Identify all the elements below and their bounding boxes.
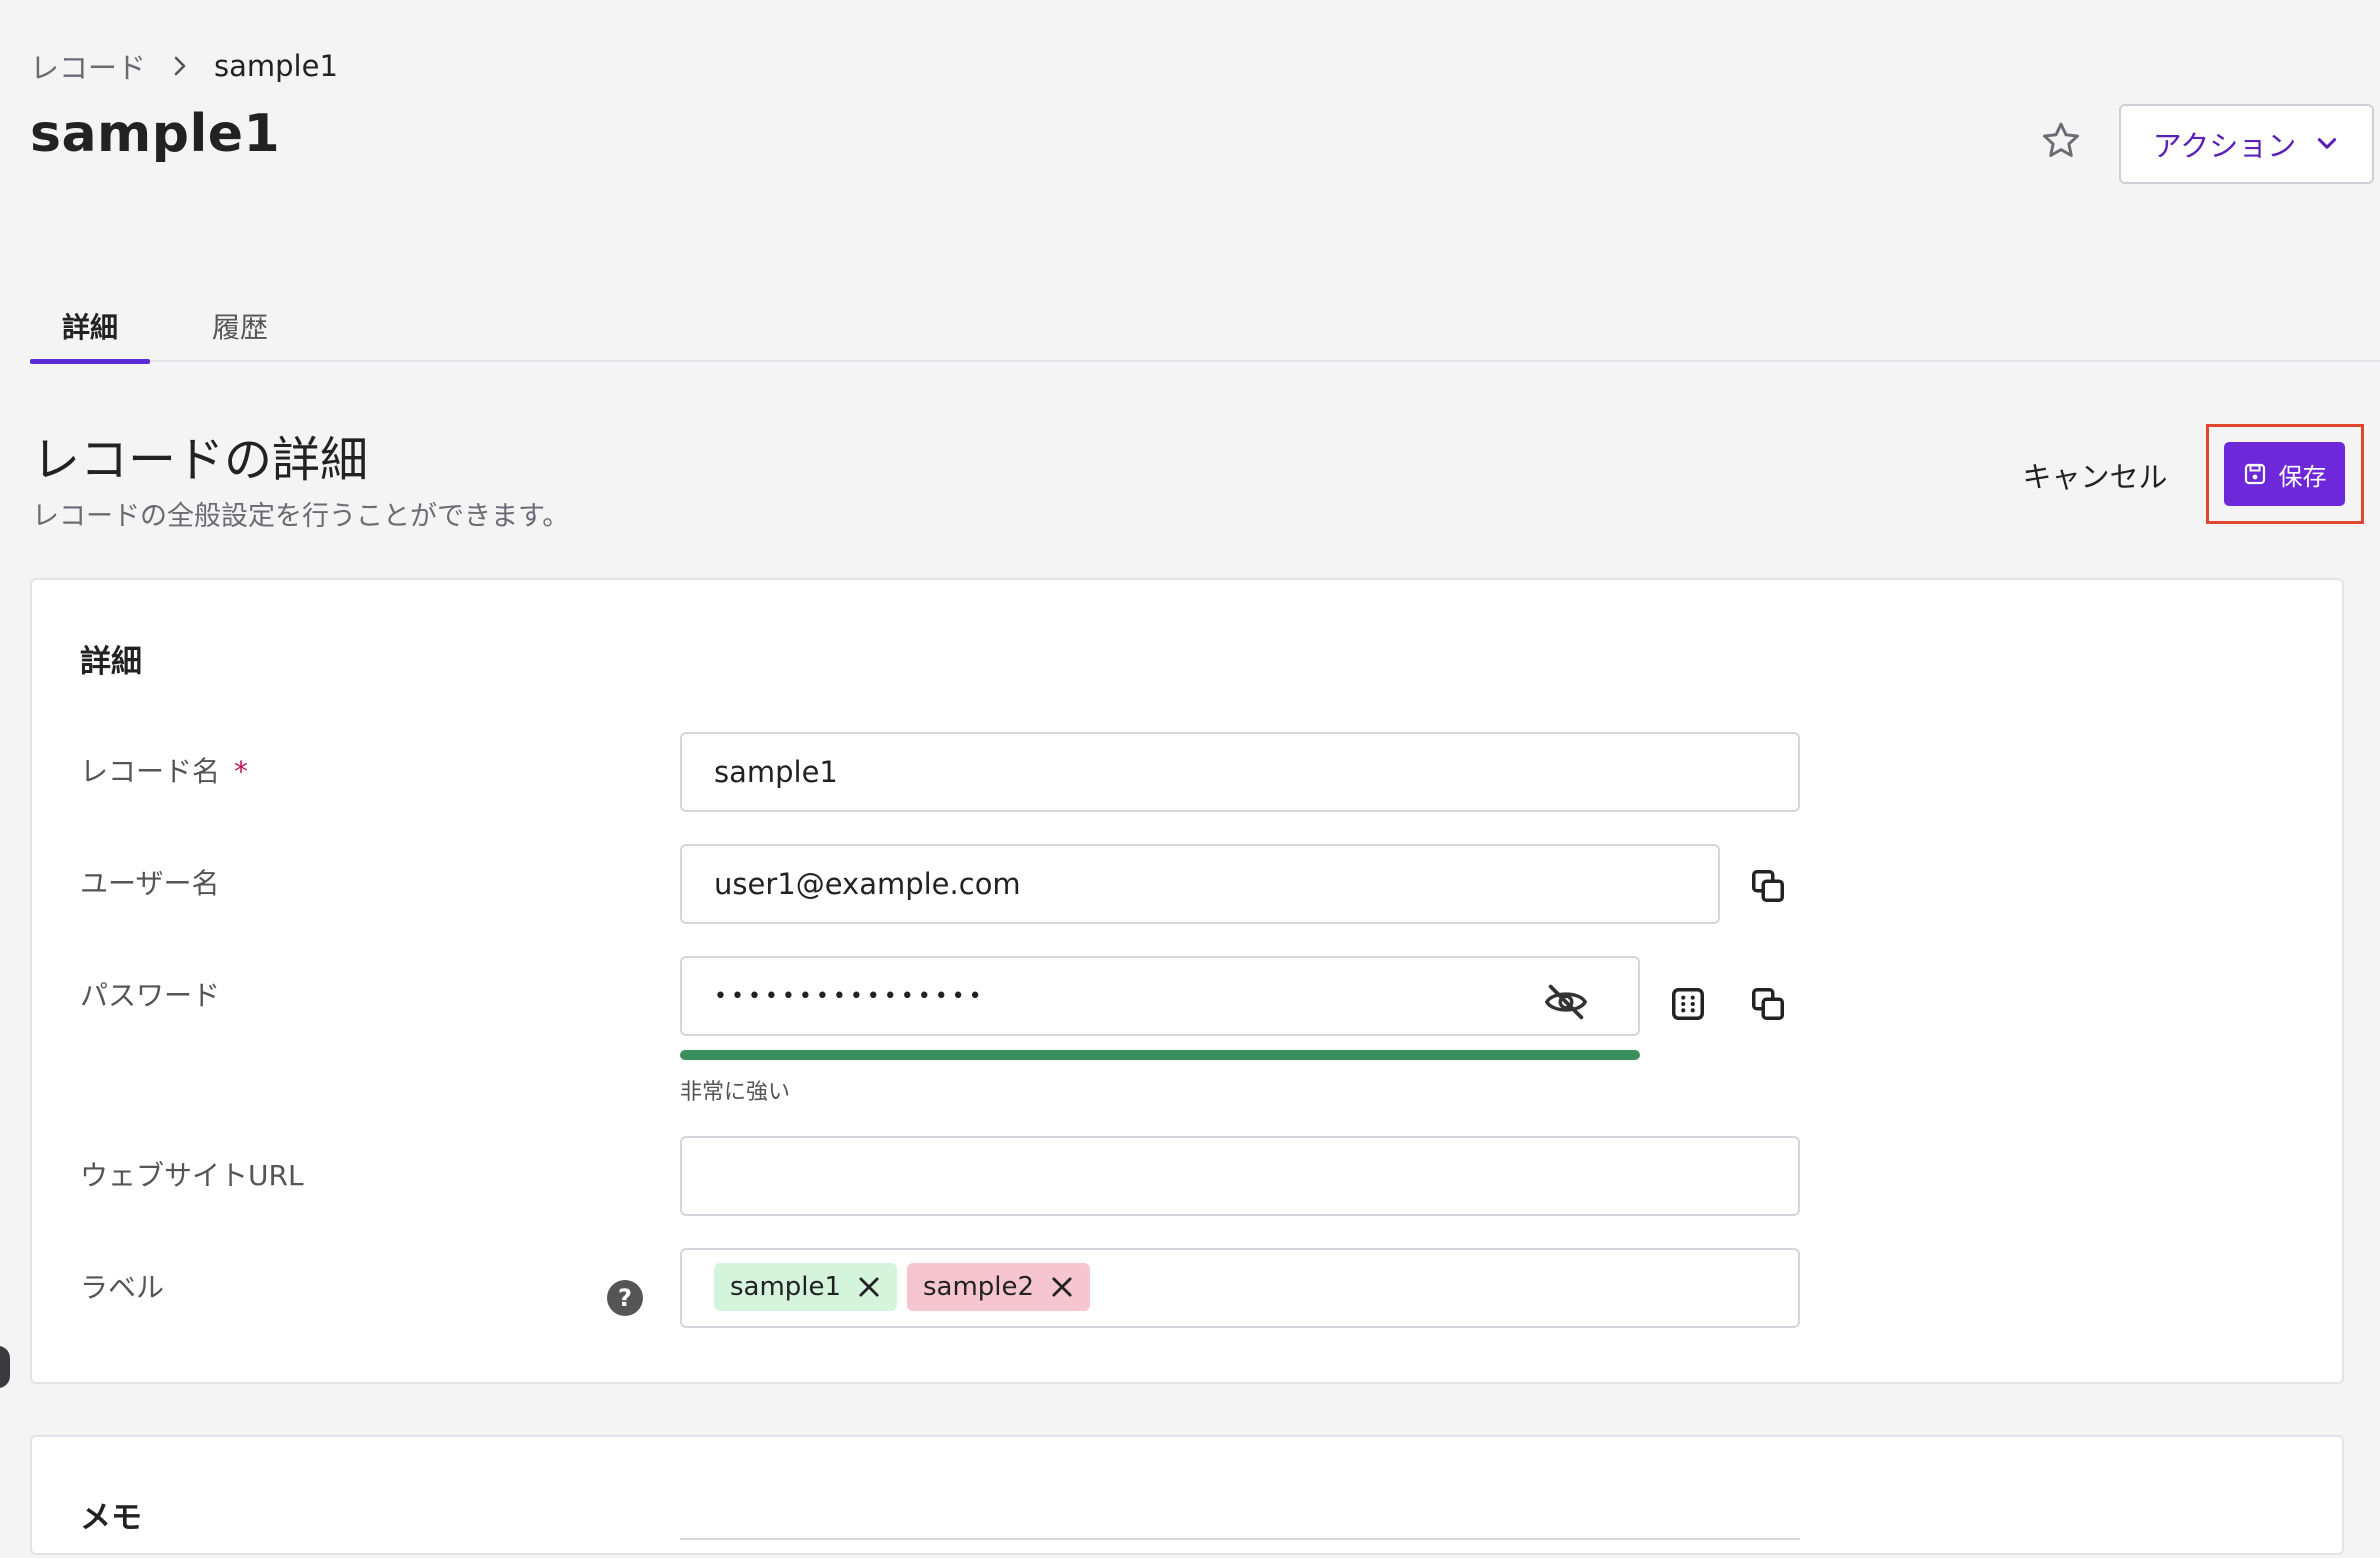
password-generator-icon bbox=[1672, 988, 1704, 1020]
breadcrumb-current: sample1 bbox=[214, 49, 338, 83]
remove-tag-icon[interactable] bbox=[1048, 1273, 1076, 1301]
copy-password-button[interactable] bbox=[1740, 976, 1796, 1032]
star-icon bbox=[2043, 122, 2079, 157]
username-input[interactable]: user1@example.com bbox=[680, 844, 1720, 924]
tag-label: sample2 bbox=[923, 1272, 1035, 1302]
cancel-button[interactable]: キャンセル bbox=[2020, 450, 2170, 500]
memo-card-title: メモ bbox=[80, 1500, 142, 1536]
copy-icon bbox=[1752, 988, 1784, 1020]
detail-card-title: 詳細 bbox=[80, 644, 142, 680]
save-label: 保存 bbox=[2278, 462, 2327, 491]
password-strength-bar bbox=[680, 1050, 1640, 1060]
tag-sample2: sample2 bbox=[907, 1263, 1091, 1311]
record-name-input[interactable]: sample1 bbox=[680, 732, 1800, 812]
copy-icon bbox=[1752, 870, 1784, 902]
tag-sample1: sample1 bbox=[714, 1263, 898, 1311]
password-input[interactable]: •••••••••••••••• bbox=[680, 956, 1640, 1036]
website-url-input[interactable] bbox=[680, 1136, 1800, 1216]
required-mark: * bbox=[234, 755, 249, 788]
toggle-password-visibility-button[interactable] bbox=[1538, 974, 1594, 1030]
side-panel-handle[interactable] bbox=[0, 1346, 10, 1388]
record-name-label: レコード名 * bbox=[80, 750, 248, 790]
breadcrumb-root-link[interactable]: レコード bbox=[30, 45, 146, 87]
remove-tag-icon[interactable] bbox=[855, 1273, 883, 1301]
breadcrumb: レコード sample1 bbox=[30, 44, 338, 88]
actions-dropdown-button[interactable]: アクション bbox=[2119, 104, 2374, 184]
record-name-label-text: レコード名 bbox=[80, 755, 221, 788]
memo-input[interactable] bbox=[680, 1538, 1800, 1558]
chevron-right-icon bbox=[174, 56, 186, 76]
help-icon[interactable]: ? bbox=[607, 1280, 643, 1316]
label-field-label: ラベル bbox=[80, 1271, 165, 1304]
username-label: ユーザー名 bbox=[80, 867, 220, 900]
eye-off-icon bbox=[1544, 984, 1588, 1020]
actions-label: アクション bbox=[2152, 129, 2297, 163]
website-url-label: ウェブサイトURL bbox=[80, 1159, 304, 1192]
save-button[interactable]: 保存 bbox=[2224, 442, 2345, 506]
favorite-button[interactable] bbox=[2036, 116, 2086, 166]
tab-bar: 詳細 履歴 bbox=[30, 290, 2380, 364]
section-title: レコードの詳細 bbox=[32, 432, 369, 488]
generate-password-button[interactable] bbox=[1660, 976, 1716, 1032]
password-value: •••••••••••••••• bbox=[714, 983, 986, 1009]
password-strength-text: 非常に強い bbox=[680, 1080, 791, 1105]
tab-history[interactable]: 履歴 bbox=[180, 290, 300, 362]
floppy-disk-icon bbox=[2244, 463, 2265, 485]
chevron-down-icon bbox=[2318, 138, 2337, 149]
section-subtitle: レコードの全般設定を行うことができます。 bbox=[32, 501, 570, 532]
tag-label: sample1 bbox=[730, 1272, 842, 1302]
password-label: パスワード bbox=[80, 979, 221, 1012]
copy-username-button[interactable] bbox=[1740, 858, 1796, 914]
tab-details[interactable]: 詳細 bbox=[30, 290, 150, 364]
memo-card bbox=[30, 1435, 2344, 1555]
page-title: sample1 bbox=[30, 104, 281, 164]
